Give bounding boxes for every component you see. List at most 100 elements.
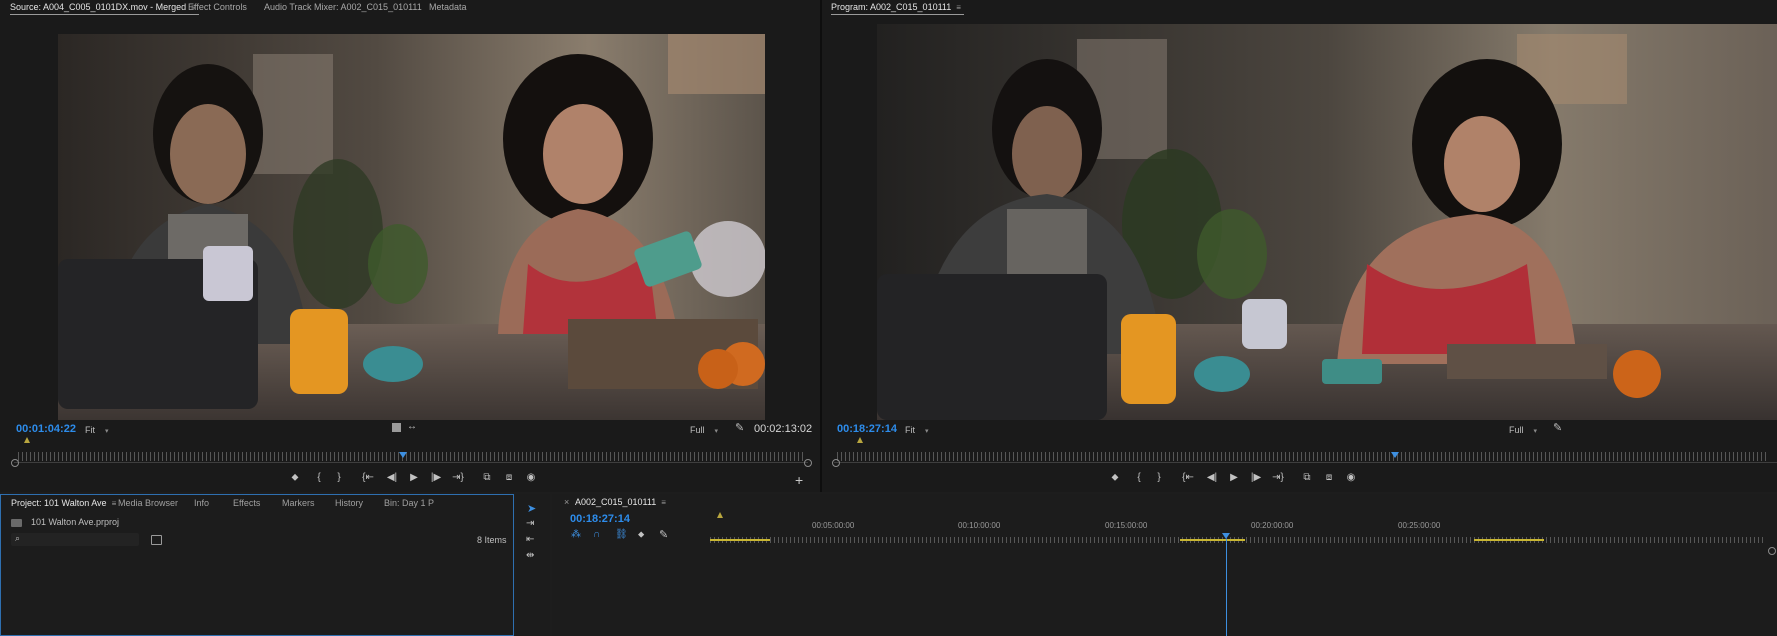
tab-program[interactable]: Program: A002_C015_010111 ≡ xyxy=(831,0,965,15)
program-resolution-select[interactable]: Full ▾ xyxy=(1509,425,1537,435)
chevron-down-icon: ▾ xyxy=(1533,428,1538,435)
mark-in-icon[interactable]: { xyxy=(1132,471,1146,485)
program-playhead[interactable] xyxy=(1391,452,1399,458)
rolling-edit-tool-icon[interactable]: ⇹ xyxy=(526,550,534,561)
panel-menu-icon[interactable]: ≡ xyxy=(661,498,669,507)
timeline-settings-wrench-icon[interactable]: ✎ xyxy=(659,528,668,541)
tab-history[interactable]: History xyxy=(335,495,363,511)
chevron-down-icon: ▾ xyxy=(714,428,719,435)
ripple-edit-tool-icon[interactable]: ⇤ xyxy=(526,534,534,545)
project-search-field[interactable]: ⌕ xyxy=(11,533,139,546)
tab-info[interactable]: Info xyxy=(194,495,209,511)
source-duration-timecode: 00:02:13:02 xyxy=(754,423,813,435)
timeline-ruler-label: 00:20:00:00 xyxy=(1251,521,1294,530)
program-zoom-select[interactable]: Fit ▾ xyxy=(905,425,929,435)
chevron-down-icon: ▾ xyxy=(105,428,109,435)
step-back-icon[interactable]: ◀| xyxy=(385,471,399,485)
settings-wrench-icon[interactable]: ✎ xyxy=(1553,421,1562,434)
source-video-image xyxy=(58,34,765,420)
project-file-name: 101 Walton Ave.prproj xyxy=(31,517,120,527)
tab-markers[interactable]: Markers xyxy=(282,495,315,511)
go-to-in-icon[interactable]: {⇤ xyxy=(1181,471,1195,485)
source-playhead[interactable] xyxy=(399,452,407,458)
panel-menu-icon[interactable]: ≡ xyxy=(956,1,964,15)
timeline-in-marker[interactable] xyxy=(717,512,723,518)
step-forward-icon[interactable]: |▶ xyxy=(1249,471,1263,485)
settings-wrench-icon[interactable]: ✎ xyxy=(735,421,744,434)
search-icon: ⌕ xyxy=(15,533,21,543)
program-current-timecode[interactable]: 00:18:27:14 xyxy=(837,423,897,435)
button-editor-plus-icon[interactable]: + xyxy=(795,472,803,488)
mark-out-icon[interactable]: } xyxy=(1152,471,1166,485)
insert-icon[interactable]: ⧉ xyxy=(1300,471,1314,485)
source-monitor-panel: Source: A004_C005_0101DX.mov - Merged ≡ E… xyxy=(0,0,820,492)
go-to-out-icon[interactable]: ⇥} xyxy=(1271,471,1285,485)
new-search-bin-icon[interactable] xyxy=(151,535,162,545)
timeline-ruler-label: 00:15:00:00 xyxy=(1105,521,1148,530)
tab-effects[interactable]: Effects xyxy=(233,495,260,511)
drag-audio-only-icon[interactable]: ↔ xyxy=(407,421,417,432)
tab-metadata[interactable]: Metadata xyxy=(429,0,467,14)
selection-tool-icon[interactable]: ➤ xyxy=(527,502,536,515)
program-in-point-marker[interactable] xyxy=(857,437,863,443)
go-to-in-icon[interactable]: {⇤ xyxy=(361,471,375,485)
tab-audio-track-mixer[interactable]: Audio Track Mixer: A002_C015_010111 xyxy=(264,0,422,14)
project-panel: Project: 101 Walton Ave ≡ Media Browser I… xyxy=(0,494,514,636)
step-forward-icon[interactable]: |▶ xyxy=(429,471,443,485)
marker-icon[interactable]: ⬥ xyxy=(288,471,302,485)
timeline-timecode[interactable]: 00:18:27:14 xyxy=(570,513,630,525)
program-video-image xyxy=(877,24,1777,420)
timeline-in-out-range xyxy=(1474,539,1544,541)
tab-effect-controls[interactable]: Effect Controls xyxy=(188,0,247,14)
source-video-frame xyxy=(58,34,765,420)
timeline-ruler-label: 00:25:00:00 xyxy=(1398,521,1441,530)
program-time-ruler[interactable] xyxy=(837,452,1767,461)
timeline-in-out-range xyxy=(1180,539,1245,541)
program-video-frame xyxy=(877,24,1777,420)
add-marker-icon[interactable]: ⬥ xyxy=(638,529,644,540)
timeline-playhead-line xyxy=(1226,539,1227,636)
program-zoom-handle-left[interactable] xyxy=(832,459,840,467)
marker-icon[interactable]: ⬥ xyxy=(1108,471,1122,485)
tab-project[interactable]: Project: 101 Walton Ave ≡ xyxy=(11,495,120,511)
source-time-ruler[interactable] xyxy=(18,452,804,461)
program-monitor-panel: Program: A002_C015_010111 ≡ 00:18:27:14 … xyxy=(822,0,1777,492)
project-search-input[interactable] xyxy=(27,533,135,545)
insert-icon[interactable]: ⧉ xyxy=(480,471,494,485)
timeline-zoom-handle-right[interactable] xyxy=(1768,547,1776,555)
timeline-ruler-label: 00:10:00:00 xyxy=(958,521,1001,530)
timeline-in-out-range xyxy=(710,539,770,541)
timeline-ruler-label: 00:05:00:00 xyxy=(812,521,855,530)
track-select-tool-icon[interactable]: ⇥ xyxy=(526,518,534,529)
mark-in-icon[interactable]: { xyxy=(312,471,326,485)
timeline-panel: × A002_C015_010111 ≡ 00:18:27:14 ⁂ ∩ ⛓ ⬥ … xyxy=(552,494,1777,636)
timeline-close-icon[interactable]: × xyxy=(564,497,569,507)
mark-out-icon[interactable]: } xyxy=(332,471,346,485)
export-frame-icon[interactable]: ◉ xyxy=(524,471,538,485)
source-scrub-bar[interactable] xyxy=(14,462,808,463)
source-zoom-handle-right[interactable] xyxy=(804,459,812,467)
tools-panel: ➤ ⇥ ⇤ ⇹ xyxy=(516,494,550,636)
source-current-timecode[interactable]: 00:01:04:22 xyxy=(16,423,76,435)
tab-bin-day1[interactable]: Bin: Day 1 P xyxy=(384,495,434,511)
drag-video-only-icon[interactable] xyxy=(392,423,401,432)
source-in-point-marker[interactable] xyxy=(24,437,30,443)
play-icon[interactable]: ▶ xyxy=(407,471,421,485)
linked-selection-icon[interactable]: ⛓ xyxy=(615,529,628,540)
nest-sequence-icon[interactable]: ⁂ xyxy=(571,529,581,540)
source-resolution-select[interactable]: Full ▾ xyxy=(690,425,718,435)
export-frame-icon[interactable]: ◉ xyxy=(1344,471,1358,485)
chevron-down-icon: ▾ xyxy=(925,428,929,435)
play-icon[interactable]: ▶ xyxy=(1227,471,1241,485)
step-back-icon[interactable]: ◀| xyxy=(1205,471,1219,485)
overwrite-icon[interactable]: ⧈ xyxy=(502,471,516,485)
snap-magnet-icon[interactable]: ∩ xyxy=(593,529,600,540)
source-zoom-select[interactable]: Fit ▾ xyxy=(85,425,109,435)
program-scrub-bar[interactable] xyxy=(834,462,1777,463)
go-to-out-icon[interactable]: ⇥} xyxy=(451,471,465,485)
tab-media-browser[interactable]: Media Browser xyxy=(118,495,178,511)
source-zoom-handle-left[interactable] xyxy=(11,459,19,467)
tab-source[interactable]: Source: A004_C005_0101DX.mov - Merged ≡ xyxy=(10,0,200,15)
overwrite-icon[interactable]: ⧈ xyxy=(1322,471,1336,485)
tab-sequence[interactable]: A002_C015_010111 ≡ xyxy=(575,497,669,507)
